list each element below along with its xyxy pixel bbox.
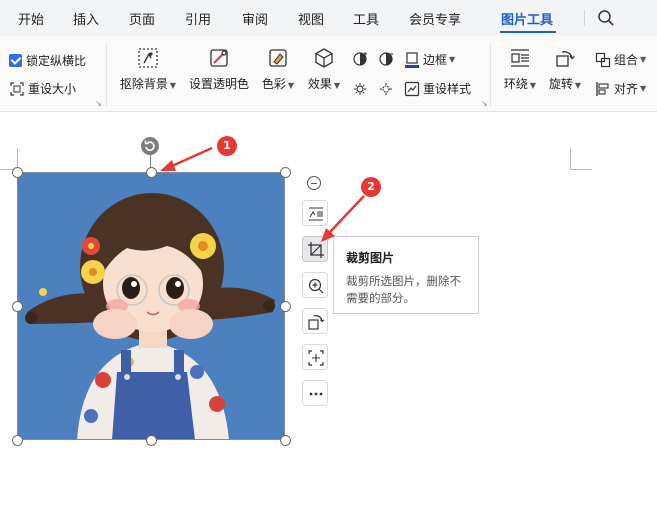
annotation-arrows (160, 146, 365, 242)
annotation-badge: 1 (217, 136, 237, 156)
annotation-badge: 2 (361, 177, 381, 197)
